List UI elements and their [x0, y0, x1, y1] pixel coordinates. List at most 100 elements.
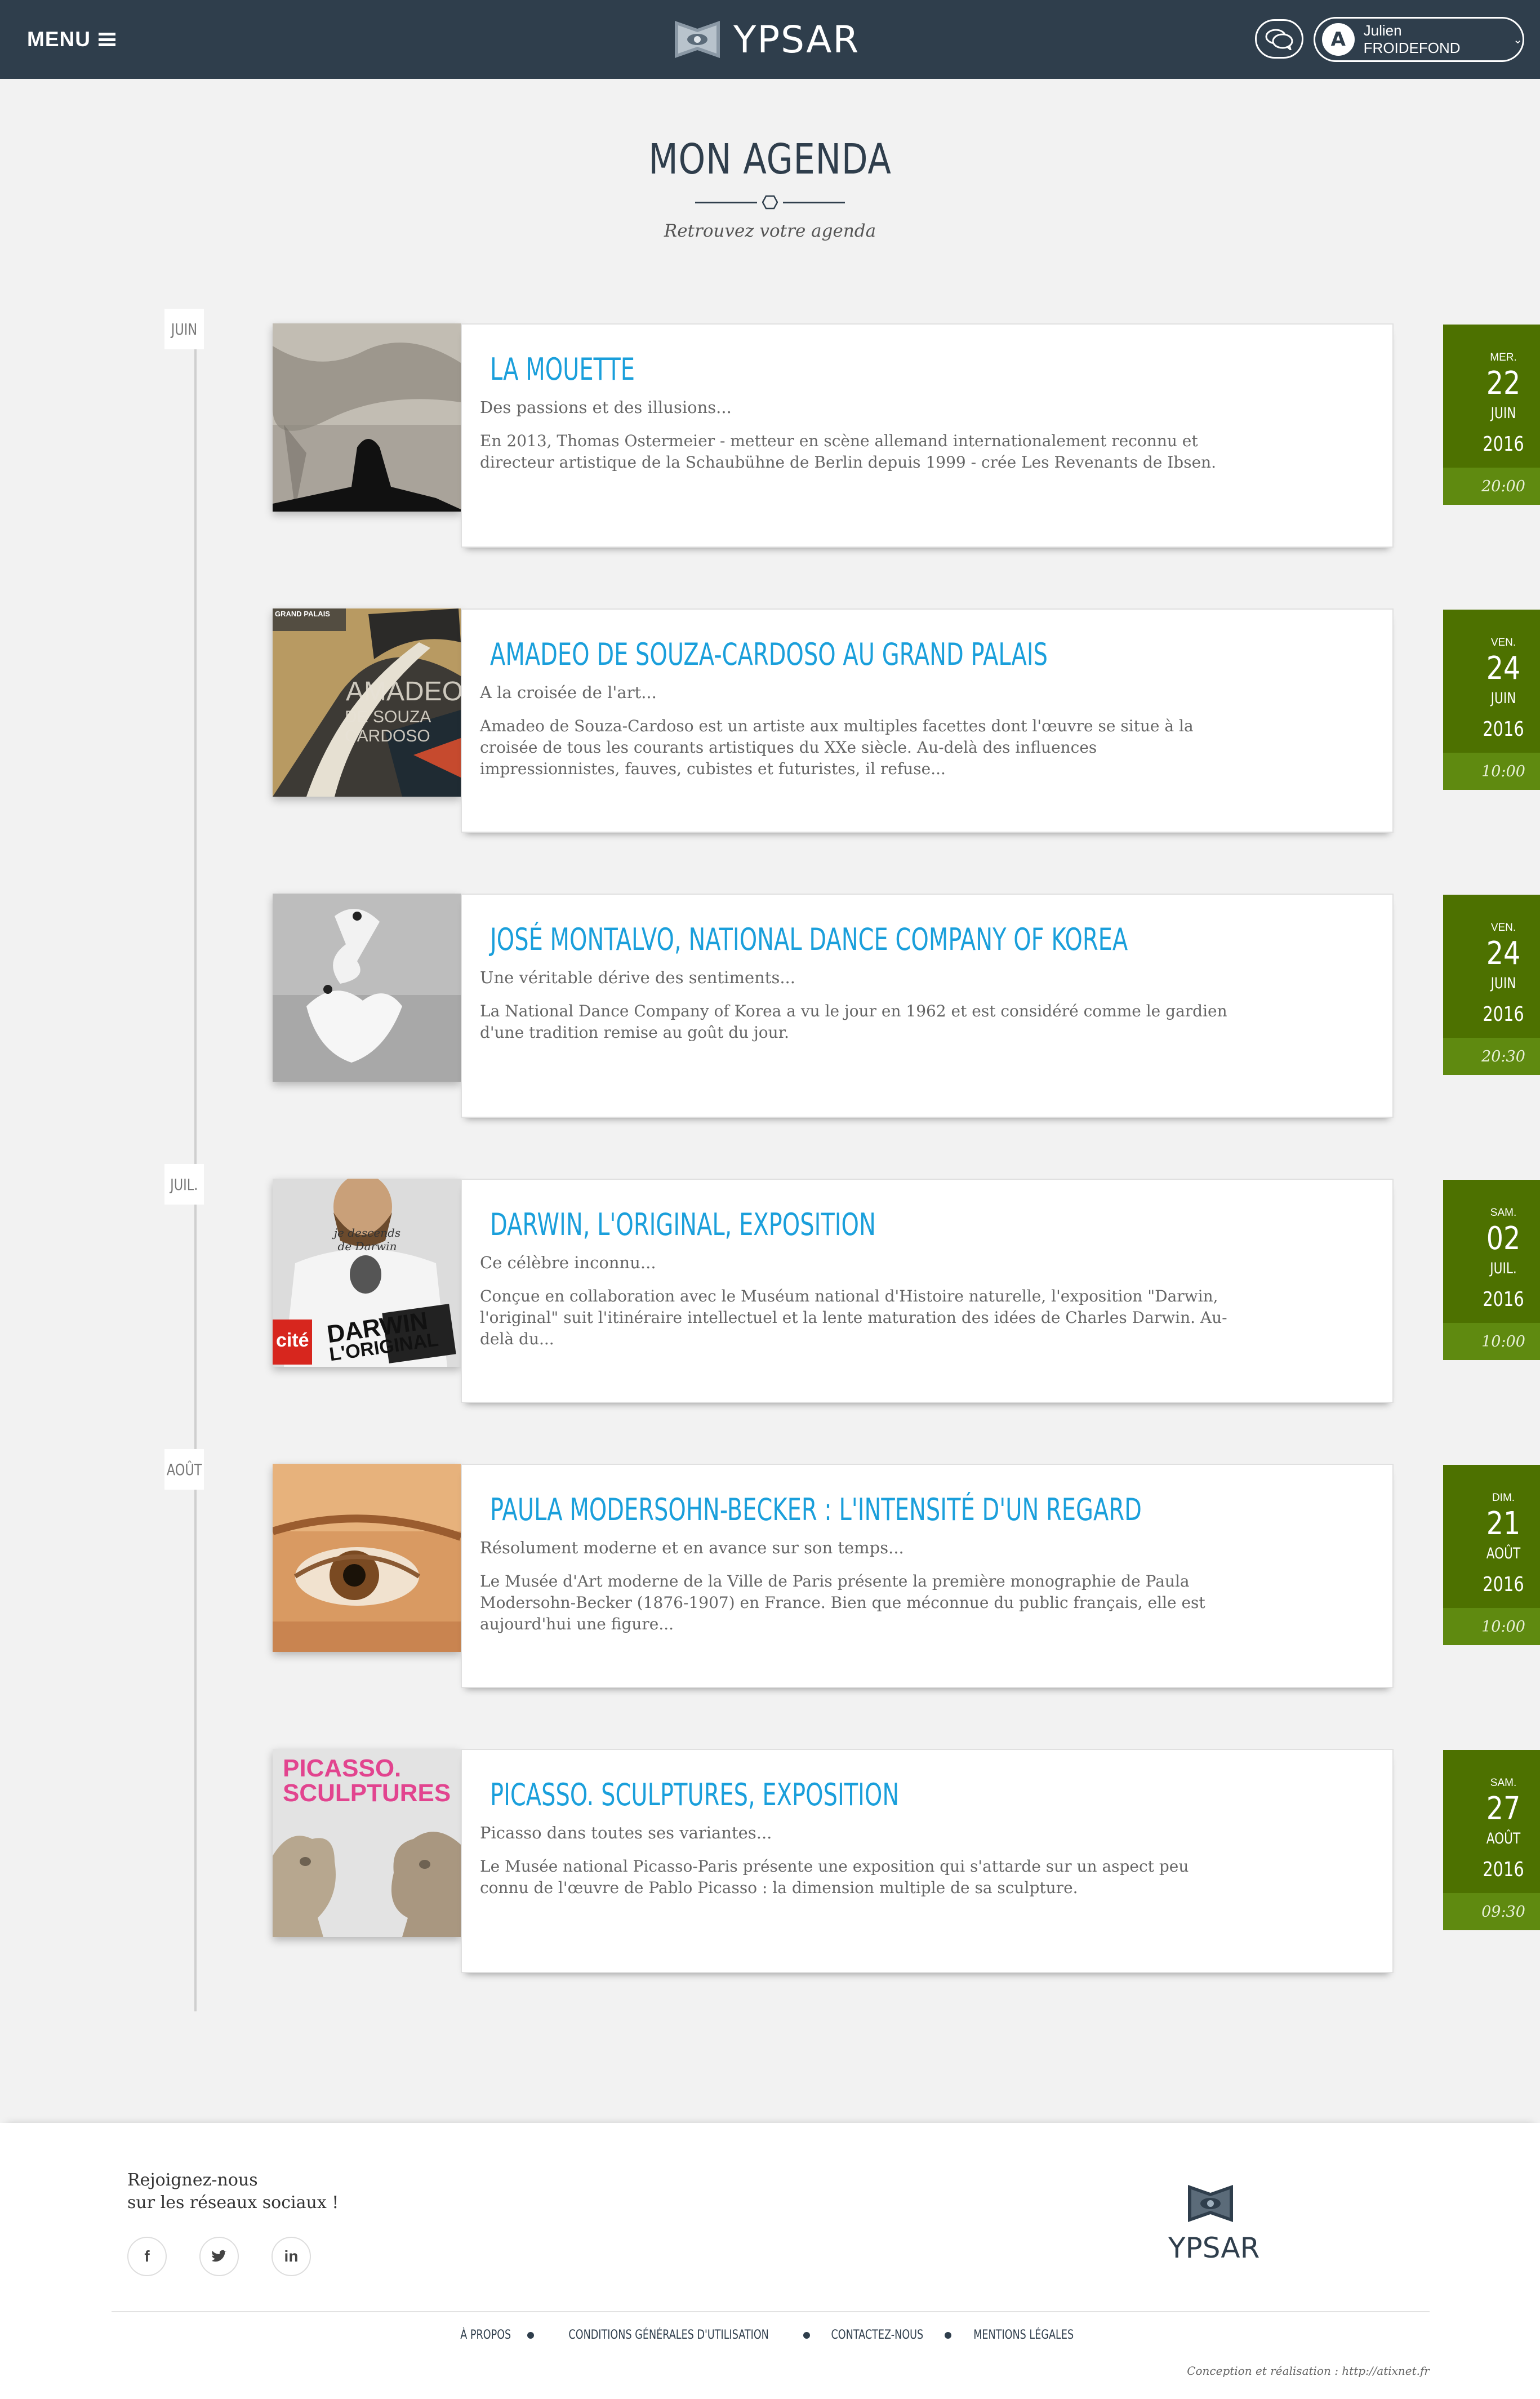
footer: Rejoignez-nous sur les réseaux sociaux !…: [0, 2123, 1540, 2399]
event-month: AOÛT: [1486, 1830, 1521, 1847]
event-date-badge: DIM. 21 AOÛT 2016 10:00: [1443, 1465, 1540, 1645]
event-image[interactable]: PICASSO. SCULPTURES: [273, 1749, 461, 1937]
event-date-badge: SAM. 27 AOÛT 2016 09:30: [1443, 1750, 1540, 1930]
separator-dot: [527, 2332, 534, 2339]
event-title[interactable]: PAULA MODERSOHN-BECKER : L'INTENSITÉ D'U…: [490, 1492, 1142, 1527]
event-month: JUIN: [1490, 690, 1516, 707]
event-year: 2016: [1483, 1858, 1524, 1881]
event-image[interactable]: GRAND PALAIS AMADEO DE SOUZA CARDOSO: [273, 608, 461, 797]
footer-brand-logo[interactable]: YPSAR: [1168, 2185, 1260, 2264]
page-subtitle: Retrouvez votre agenda: [664, 221, 876, 241]
event-year: 2016: [1483, 1003, 1524, 1026]
event-image-caption: PICASSO.: [283, 1754, 402, 1782]
event-weekday: VEN.: [1490, 922, 1516, 934]
event-item[interactable]: LA MOUETTE Des passions et des illusions…: [273, 323, 1540, 549]
event-lead: Picasso dans toutes ses variantes...: [480, 1823, 772, 1842]
event-item[interactable]: je descends de Darwin cité DARWIN L'ORIG…: [273, 1179, 1540, 1404]
ypsar-logo-icon: [675, 21, 720, 58]
hamburger-icon: [98, 33, 115, 46]
event-image[interactable]: [273, 1464, 461, 1652]
event-title[interactable]: PICASSO. SCULPTURES, EXPOSITION: [490, 1777, 1032, 1812]
event-year: 2016: [1483, 1573, 1524, 1596]
footer-link-legal[interactable]: MENTIONS LÉGALES: [973, 2328, 1074, 2342]
event-day: 02: [1486, 1220, 1521, 1257]
event-time: 20:00: [1443, 468, 1540, 505]
brand-logo[interactable]: YPSAR: [675, 16, 860, 63]
event-title[interactable]: AMADEO DE SOUZA-CARDOSO AU GRAND PALAIS: [490, 637, 1048, 672]
hexagon-icon: [762, 195, 778, 210]
event-month: JUIN: [1490, 975, 1516, 992]
event-description: Amadeo de Souza-Cardoso est un artiste a…: [480, 717, 1194, 778]
event-image-caption: CARDOSO: [345, 727, 430, 745]
event-image-caption: cité: [276, 1330, 309, 1351]
event-card: DARWIN, L'ORIGINAL, EXPOSITION Ce célèbr…: [461, 1179, 1540, 1403]
event-image-caption: DE SOUZA: [345, 708, 431, 726]
messages-button[interactable]: [1255, 19, 1303, 59]
footer-divider: [112, 2311, 1430, 2312]
event-image[interactable]: [273, 894, 461, 1082]
event-lead: Une véritable dérive des sentiments...: [480, 968, 795, 987]
event-item[interactable]: JOSÉ MONTALVO, NATIONAL DANCE COMPANY OF…: [273, 894, 1540, 1119]
event-title[interactable]: LA MOUETTE: [490, 352, 1032, 387]
event-time: 20:30: [1443, 1038, 1540, 1075]
event-item[interactable]: PICASSO. SCULPTURES PICASSO. SCULPTURES,…: [273, 1749, 1540, 1974]
menu-label: MENU: [27, 28, 91, 51]
social-invite: Rejoignez-nous sur les réseaux sociaux !: [127, 2169, 339, 2214]
linkedin-icon[interactable]: in: [271, 2237, 311, 2276]
footer-link-terms[interactable]: CONDITIONS GÉNÉRALES D'UTILISATION: [568, 2328, 768, 2342]
event-time: 10:00: [1443, 1608, 1540, 1645]
event-day: 24: [1486, 650, 1521, 687]
event-description: En 2013, Thomas Ostermeier - metteur en …: [480, 432, 1217, 472]
event-image[interactable]: je descends de Darwin cité DARWIN L'ORIG…: [273, 1179, 461, 1367]
event-lead: A la croisée de l'art...: [480, 683, 657, 702]
event-year: 2016: [1483, 718, 1524, 741]
event-lead: Résolument moderne et en avance sur son …: [480, 1538, 904, 1557]
top-header: MENU YPSAR A Julien FROIDEFOND ⌄: [0, 0, 1540, 79]
event-image[interactable]: [273, 323, 461, 512]
month-label-july: JUIL.: [164, 1164, 204, 1205]
event-item[interactable]: GRAND PALAIS AMADEO DE SOUZA CARDOSO AMA…: [273, 608, 1540, 834]
event-time: 10:00: [1443, 753, 1540, 790]
event-weekday: DIM.: [1492, 1492, 1515, 1504]
event-weekday: VEN.: [1490, 637, 1516, 648]
event-time: 09:30: [1443, 1893, 1540, 1930]
credit-text[interactable]: Conception et réalisation : http://atixn…: [1187, 2364, 1430, 2378]
title-divider: [695, 195, 845, 210]
event-month: AOÛT: [1486, 1545, 1521, 1562]
chevron-down-icon: ⌄: [1513, 33, 1523, 46]
month-label-june: JUIN: [164, 309, 204, 349]
twitter-icon[interactable]: [199, 2237, 239, 2276]
event-card: LA MOUETTE Des passions et des illusions…: [461, 323, 1540, 548]
event-day: 21: [1486, 1505, 1521, 1542]
event-card: AMADEO DE SOUZA-CARDOSO AU GRAND PALAIS …: [461, 608, 1540, 833]
event-weekday: SAM.: [1490, 1777, 1517, 1789]
month-label-august: AOÛT: [164, 1449, 204, 1490]
event-description: Le Musée d'Art moderne de la Ville de Pa…: [480, 1572, 1205, 1633]
event-lead: Ce célèbre inconnu...: [480, 1253, 656, 1272]
event-image-caption: je descends de Darwin: [333, 1226, 401, 1253]
event-card: PICASSO. SCULPTURES, EXPOSITION Picasso …: [461, 1749, 1540, 1973]
chat-icon: [1265, 29, 1293, 50]
menu-button[interactable]: MENU: [27, 24, 115, 55]
event-title[interactable]: DARWIN, L'ORIGINAL, EXPOSITION: [490, 1207, 1032, 1242]
event-weekday: MER.: [1490, 352, 1517, 363]
event-image-caption: SCULPTURES: [283, 1779, 451, 1807]
event-date-badge: VEN. 24 JUIN 2016 10:00: [1443, 610, 1540, 790]
footer-brand-name: YPSAR: [1168, 2232, 1260, 2264]
event-item[interactable]: PAULA MODERSOHN-BECKER : L'INTENSITÉ D'U…: [273, 1464, 1540, 1689]
page-title: MON AGENDA: [648, 135, 892, 184]
user-menu[interactable]: A Julien FROIDEFOND ⌄: [1314, 17, 1524, 62]
event-year: 2016: [1483, 1288, 1524, 1311]
brand-name: YPSAR: [733, 17, 860, 61]
event-date-badge: MER. 22 JUIN 2016 20:00: [1443, 325, 1540, 505]
event-card: JOSÉ MONTALVO, NATIONAL DANCE COMPANY OF…: [461, 894, 1540, 1118]
event-card: PAULA MODERSOHN-BECKER : L'INTENSITÉ D'U…: [461, 1464, 1540, 1688]
event-title[interactable]: JOSÉ MONTALVO, NATIONAL DANCE COMPANY OF…: [490, 922, 1128, 957]
footer-link-contact[interactable]: CONTACTEZ-NOUS: [831, 2328, 923, 2342]
separator-dot: [803, 2332, 810, 2339]
event-lead: Des passions et des illusions...: [480, 398, 732, 417]
timeline-line: [194, 316, 197, 2011]
footer-link-about[interactable]: À PROPOS: [460, 2328, 511, 2342]
facebook-icon[interactable]: f: [127, 2237, 167, 2276]
event-description: Le Musée national Picasso-Paris présente…: [480, 1857, 1189, 1897]
